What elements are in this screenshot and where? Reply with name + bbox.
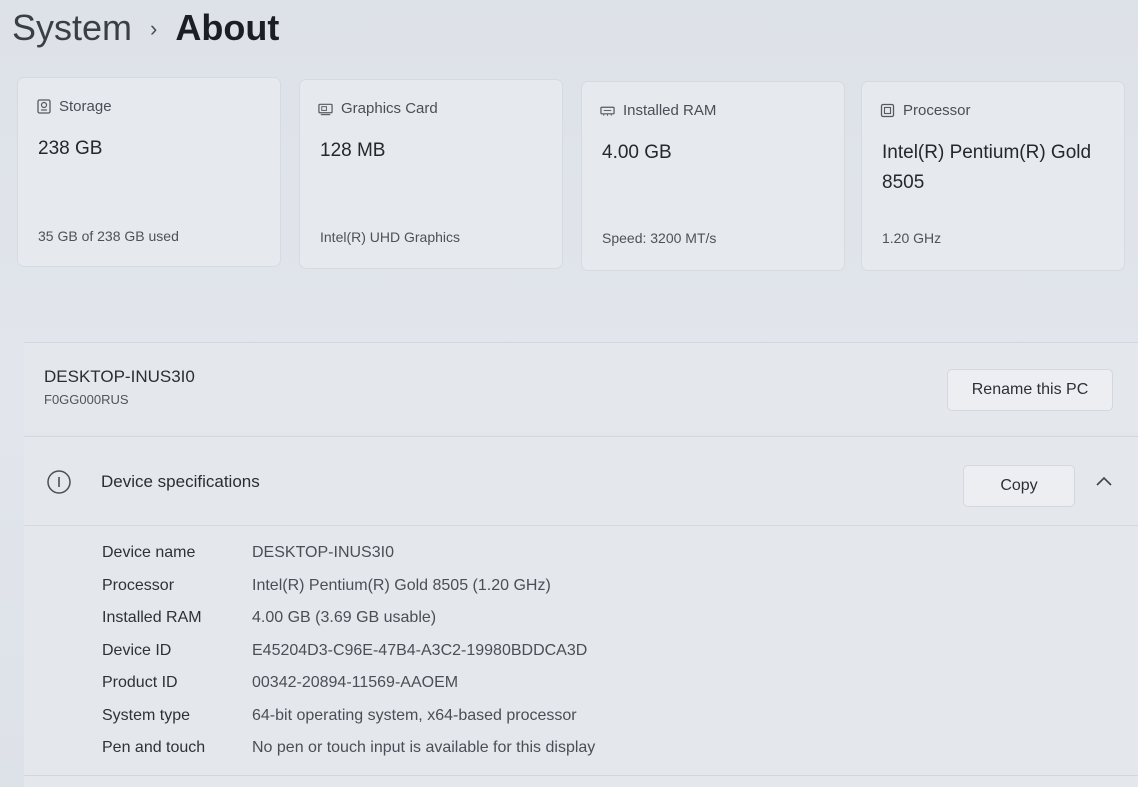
graphics-card-icon <box>318 101 333 116</box>
spec-value: No pen or touch input is available for t… <box>252 739 596 757</box>
divider <box>24 775 1138 776</box>
spec-value: Intel(R) Pentium(R) Gold 8505 (1.20 GHz) <box>252 576 551 594</box>
spec-row-system-type: System type 64-bit operating system, x64… <box>102 700 595 733</box>
spec-label: Device name <box>102 544 196 562</box>
graphics-card-title: Graphics Card <box>341 100 438 117</box>
storage-icon <box>36 99 51 114</box>
info-icon <box>46 469 71 494</box>
spec-value: 64-bit operating system, x64-based proce… <box>252 706 577 724</box>
spec-row-installed-ram: Installed RAM 4.00 GB (3.69 GB usable) <box>102 602 595 635</box>
spec-row-device-id: Device ID E45204D3-C96E-47B4-A3C2-19980B… <box>102 635 595 668</box>
spec-row-product-id: Product ID 00342-20894-11569-AAOEM <box>102 667 595 700</box>
ram-icon <box>600 103 615 118</box>
graphics-card-sub: Intel(R) UHD Graphics <box>320 229 461 245</box>
processor-card: Processor Intel(R) Pentium(R) Gold 8505 … <box>862 82 1124 270</box>
breadcrumb-system[interactable]: System <box>12 7 132 49</box>
spec-label: System type <box>102 706 191 724</box>
device-specifications-title: Device specifications <box>101 472 260 491</box>
spec-row-processor: Processor Intel(R) Pentium(R) Gold 8505 … <box>102 570 595 603</box>
spec-label: Processor <box>102 576 175 594</box>
ram-card-sub: Speed: 3200 MT/s <box>602 230 717 246</box>
device-specifications-header[interactable]: Device specifications Copy <box>24 437 1138 526</box>
spec-row-pen-and-touch: Pen and touch No pen or touch input is a… <box>102 732 595 765</box>
device-specifications-panel: Device specifications Copy Device name D… <box>24 436 1138 787</box>
spec-label: Pen and touch <box>102 739 206 757</box>
pc-model: F0GG000RUS <box>44 392 129 407</box>
pc-name: DESKTOP-INUS3I0 <box>44 367 195 386</box>
storage-card-title: Storage <box>59 98 112 115</box>
chevron-up-icon[interactable] <box>1094 474 1114 488</box>
storage-card-sub: 35 GB of 238 GB used <box>38 228 179 244</box>
about-page: System › About Storage 238 GB 35 GB of 2… <box>0 0 1138 787</box>
spec-value: 00342-20894-11569-AAOEM <box>252 674 459 692</box>
page-title: About <box>175 7 280 48</box>
spec-label: Product ID <box>102 674 178 692</box>
storage-card-value: 238 GB <box>38 138 103 159</box>
ram-card: Installed RAM 4.00 GB Speed: 3200 MT/s <box>582 82 844 270</box>
graphics-card-value: 128 MB <box>320 140 386 161</box>
ram-card-title: Installed RAM <box>623 102 717 119</box>
processor-card-sub: 1.20 GHz <box>882 230 942 246</box>
storage-card: Storage 238 GB 35 GB of 238 GB used <box>18 78 280 266</box>
device-name-panel: DESKTOP-INUS3I0 F0GG000RUS Rename this P… <box>24 342 1138 433</box>
processor-card-value: Intel(R) Pentium(R) Gold 8505 <box>882 142 1092 193</box>
spec-value: 4.00 GB (3.69 GB usable) <box>252 609 437 627</box>
spec-row-device-name: Device name DESKTOP-INUS3I0 <box>102 537 595 570</box>
specification-list: Device name DESKTOP-INUS3I0 Processor In… <box>102 537 595 765</box>
spec-value: DESKTOP-INUS3I0 <box>252 544 394 562</box>
breadcrumb: System › About <box>12 4 279 52</box>
ram-card-value: 4.00 GB <box>602 142 672 163</box>
breadcrumb-separator: › <box>150 16 158 41</box>
processor-icon <box>880 103 895 118</box>
spec-label: Installed RAM <box>102 609 202 627</box>
spec-label: Device ID <box>102 641 172 659</box>
processor-card-title: Processor <box>903 102 971 119</box>
spec-value: E45204D3-C96E-47B4-A3C2-19980BDDCA3D <box>252 641 588 659</box>
graphics-card-card: Graphics Card 128 MB Intel(R) UHD Graphi… <box>300 80 562 268</box>
copy-button[interactable]: Copy <box>963 465 1075 507</box>
rename-pc-button[interactable]: Rename this PC <box>947 369 1113 411</box>
